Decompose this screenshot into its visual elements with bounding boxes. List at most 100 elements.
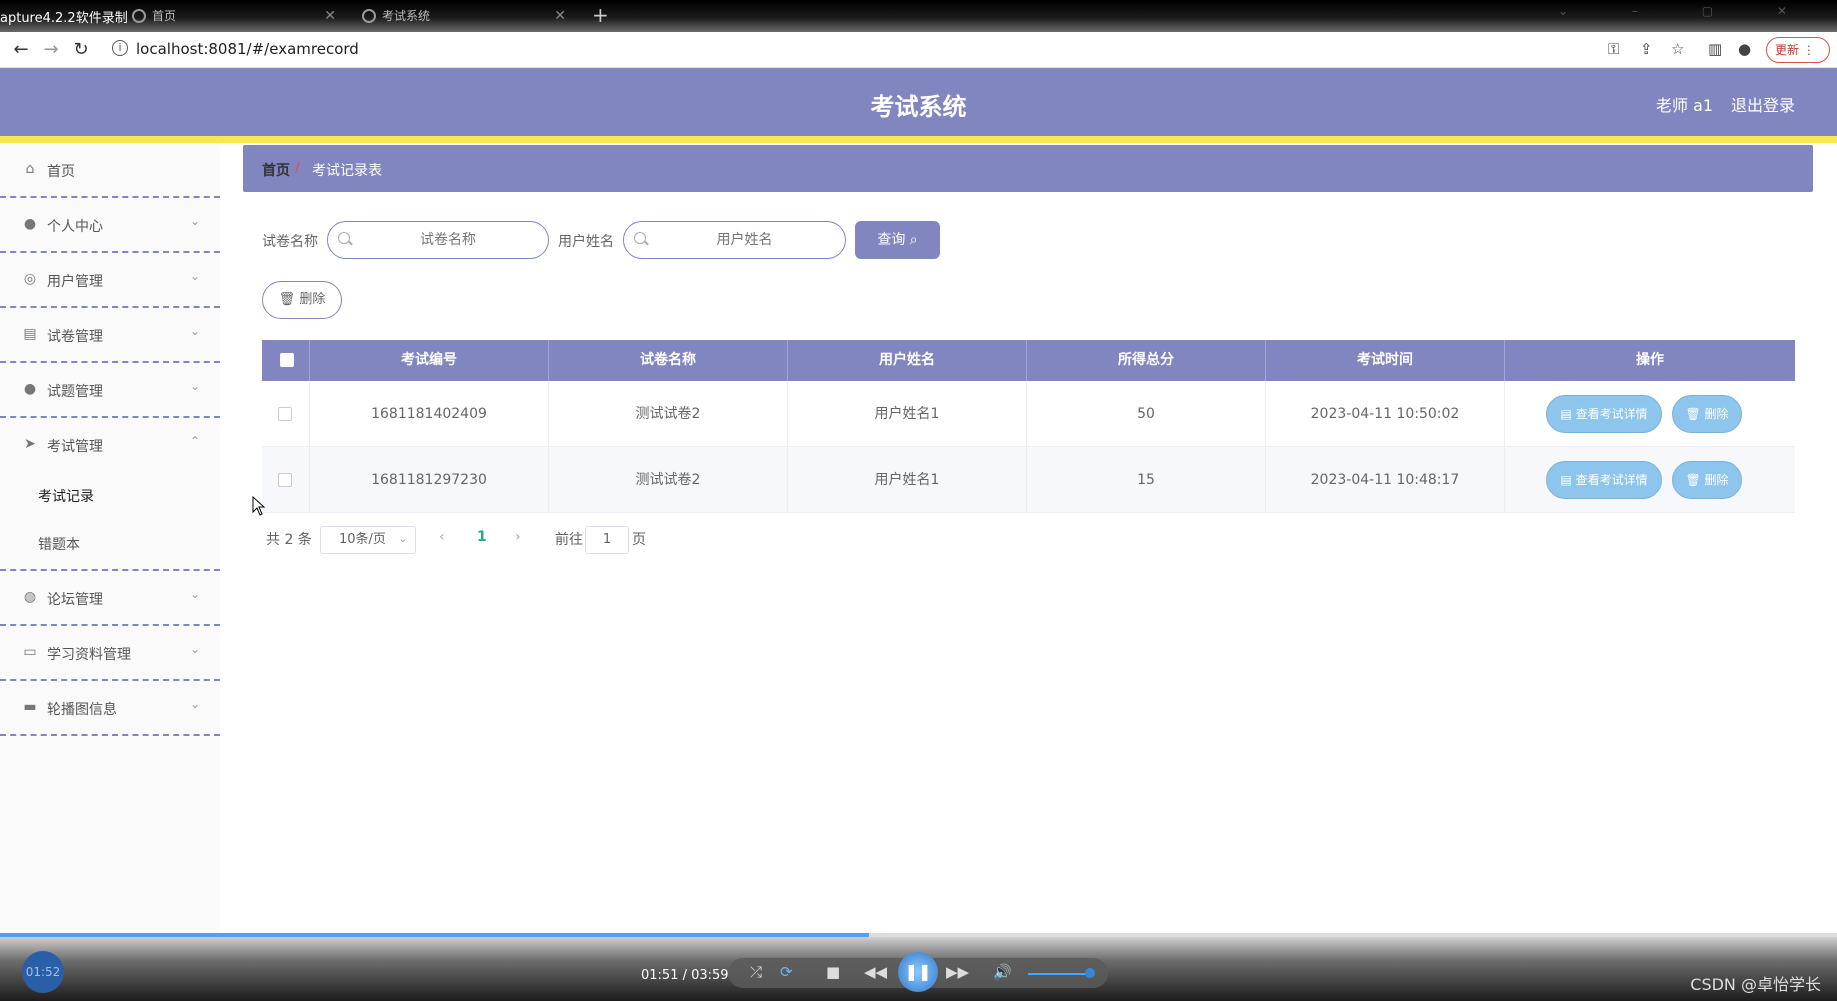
user-icon: ●: [23, 216, 37, 232]
sidebar-item-personal-center[interactable]: ● 个人中心 ⌄: [0, 198, 220, 253]
forward-arrow-icon[interactable]: →: [40, 39, 62, 61]
rewind-icon[interactable]: ◀◀: [864, 963, 887, 981]
goto-page-input[interactable]: 1: [585, 526, 629, 554]
sidebar-item-exam-management[interactable]: ➤ 考试管理 ⌃: [0, 418, 220, 473]
site-info-icon[interactable]: i: [112, 40, 128, 56]
dashboard-icon: ◎: [23, 271, 37, 287]
volume-slider-knob[interactable]: [1085, 968, 1095, 978]
cell-score: 15: [1027, 447, 1266, 513]
share-icon[interactable]: ⇪: [1640, 40, 1653, 58]
view-detail-button[interactable]: ▤ 查看考试详情: [1546, 395, 1662, 433]
sidebar-item-study-material[interactable]: ▭ 学习资料管理 ⌄: [0, 626, 220, 681]
paper-name-field[interactable]: [327, 221, 549, 259]
tab-close-icon[interactable]: ✕: [554, 6, 566, 26]
chevron-up-icon: ⌃: [189, 434, 200, 448]
prev-page-icon[interactable]: ‹: [439, 529, 445, 545]
tab-close-icon[interactable]: ✕: [324, 6, 336, 26]
pause-button[interactable]: ❚❚: [898, 952, 938, 992]
search-icon: [338, 232, 350, 244]
search-icon: [634, 232, 646, 244]
sidebar-subitem-wrong-book[interactable]: 错题本: [0, 521, 220, 569]
user-name-input[interactable]: [654, 222, 835, 258]
key-icon[interactable]: ⚿: [1608, 40, 1619, 58]
cell-exam-time: 2023-04-11 10:50:02: [1266, 381, 1505, 447]
breadcrumb-home[interactable]: 首页: [262, 160, 290, 180]
column-header: 考试编号: [310, 340, 549, 381]
browser-tab-bar: apture4.2.2软件录制 首页 ✕ 考试系统 ✕ + ⌄ – ▢ ✕: [0, 0, 1837, 32]
cell-exam-time: 2023-04-11 10:48:17: [1266, 447, 1505, 513]
reload-icon[interactable]: ↻: [70, 39, 92, 61]
sidebar-item-label: 个人中心: [47, 219, 103, 235]
batch-delete-button[interactable]: 🗑 删除: [262, 281, 342, 319]
chevron-down-icon: ⌄: [189, 697, 200, 711]
next-page-icon[interactable]: ›: [515, 529, 521, 545]
volume-icon[interactable]: 🔊: [993, 963, 1012, 981]
column-header: 用户姓名: [788, 340, 1027, 381]
page-number-current[interactable]: 1: [477, 529, 487, 545]
player-clock: 01:52: [22, 951, 64, 993]
row-delete-button[interactable]: 🗑 删除: [1672, 461, 1742, 499]
paper-name-label: 试卷名称: [262, 234, 318, 250]
repeat-icon[interactable]: ⟳: [780, 963, 793, 981]
chevron-down-icon: ⌄: [189, 269, 200, 283]
star-icon[interactable]: ☆: [1671, 40, 1684, 58]
row-checkbox[interactable]: [278, 407, 292, 421]
row-delete-button[interactable]: 🗑 删除: [1672, 395, 1742, 433]
profile-icon[interactable]: ●: [1738, 40, 1751, 58]
goto-suffix: 页: [632, 532, 646, 548]
document-icon: ▤: [1560, 473, 1572, 487]
playback-progress-track[interactable]: [0, 933, 1837, 937]
sidebar-item-paper-management[interactable]: ▤ 试卷管理 ⌄: [0, 308, 220, 363]
sidebar-item-label: 试题管理: [47, 384, 103, 400]
sidebar-item-label: 用户管理: [47, 274, 103, 290]
sidebar-item-carousel[interactable]: ▬ 轮播图信息 ⌄: [0, 681, 220, 736]
select-all-checkbox[interactable]: [280, 353, 294, 367]
player-timecode: 01:51 / 03:59: [641, 968, 729, 983]
view-detail-button[interactable]: ▤ 查看考试详情: [1546, 461, 1662, 499]
exam-record-table: 考试编号 试卷名称 用户姓名 所得总分 考试时间 操作 168118140240…: [262, 340, 1795, 513]
sidebar-subitem-exam-record[interactable]: 考试记录: [0, 473, 220, 521]
app-title: 考试系统: [870, 93, 967, 121]
header-accent-bar: [0, 136, 1837, 143]
cell-user-name: 用户姓名1: [788, 447, 1027, 513]
window-controls[interactable]: ⌄ – ▢ ✕: [1558, 4, 1817, 18]
volume-slider-track[interactable]: [1028, 973, 1093, 975]
batch-delete-label: 删除: [299, 292, 326, 307]
tab-label: 首页: [152, 9, 177, 23]
browser-tab-home[interactable]: 首页 ✕: [128, 6, 342, 28]
sidepanel-icon[interactable]: ▥: [1708, 40, 1722, 58]
row-checkbox[interactable]: [278, 473, 292, 487]
stop-icon[interactable]: ■: [826, 963, 840, 981]
url-field[interactable]: localhost:8081/#/examrecord: [136, 40, 359, 58]
sidebar-item-home[interactable]: ⌂ 首页: [0, 143, 220, 198]
browser-tab-exam-system[interactable]: 考试系统 ✕: [358, 6, 572, 28]
cell-paper-name: 测试试卷2: [549, 447, 788, 513]
user-name-field[interactable]: [623, 221, 846, 259]
sidebar-item-question-management[interactable]: ● 试题管理 ⌄: [0, 363, 220, 418]
paper-name-input[interactable]: [358, 222, 538, 258]
sidebar-item-forum-management[interactable]: ◍ 论坛管理 ⌄: [0, 571, 220, 626]
video-player-bar: 01:52 01:51 / 03:59 ⤮ ⟳ ■ ◀◀ ▶▶ 🔊 ❚❚ CSD…: [0, 933, 1837, 1001]
trash-icon: 🗑: [1685, 473, 1701, 487]
query-button[interactable]: 查询 ⌕: [855, 221, 940, 259]
view-detail-label: 查看考试详情: [1575, 473, 1648, 487]
update-button[interactable]: 更新 ⋮: [1766, 37, 1830, 63]
breadcrumb: 首页 / 考试记录表: [243, 145, 1813, 192]
page-size-select[interactable]: 10条/页 ⌄: [320, 526, 416, 554]
cell-score: 50: [1027, 381, 1266, 447]
row-select-cell: [262, 381, 310, 447]
logout-link[interactable]: 退出登录: [1731, 92, 1795, 116]
breadcrumb-separator: /: [295, 160, 300, 176]
new-tab-icon[interactable]: +: [592, 3, 609, 27]
globe-icon: ◍: [23, 589, 37, 605]
query-label: 查询: [877, 232, 906, 248]
sidebar-item-user-management[interactable]: ◎ 用户管理 ⌄: [0, 253, 220, 308]
column-header: 试卷名称: [549, 340, 788, 381]
shuffle-icon[interactable]: ⤮: [750, 963, 762, 981]
table-row: 1681181297230 测试试卷2 用户姓名1 15 2023-04-11 …: [262, 447, 1795, 513]
tab-favicon-icon: [362, 9, 376, 23]
update-label: 更新: [1775, 43, 1800, 57]
chevron-down-icon: ⌄: [398, 534, 407, 545]
fast-forward-icon[interactable]: ▶▶: [946, 963, 969, 981]
back-arrow-icon[interactable]: ←: [10, 39, 32, 61]
